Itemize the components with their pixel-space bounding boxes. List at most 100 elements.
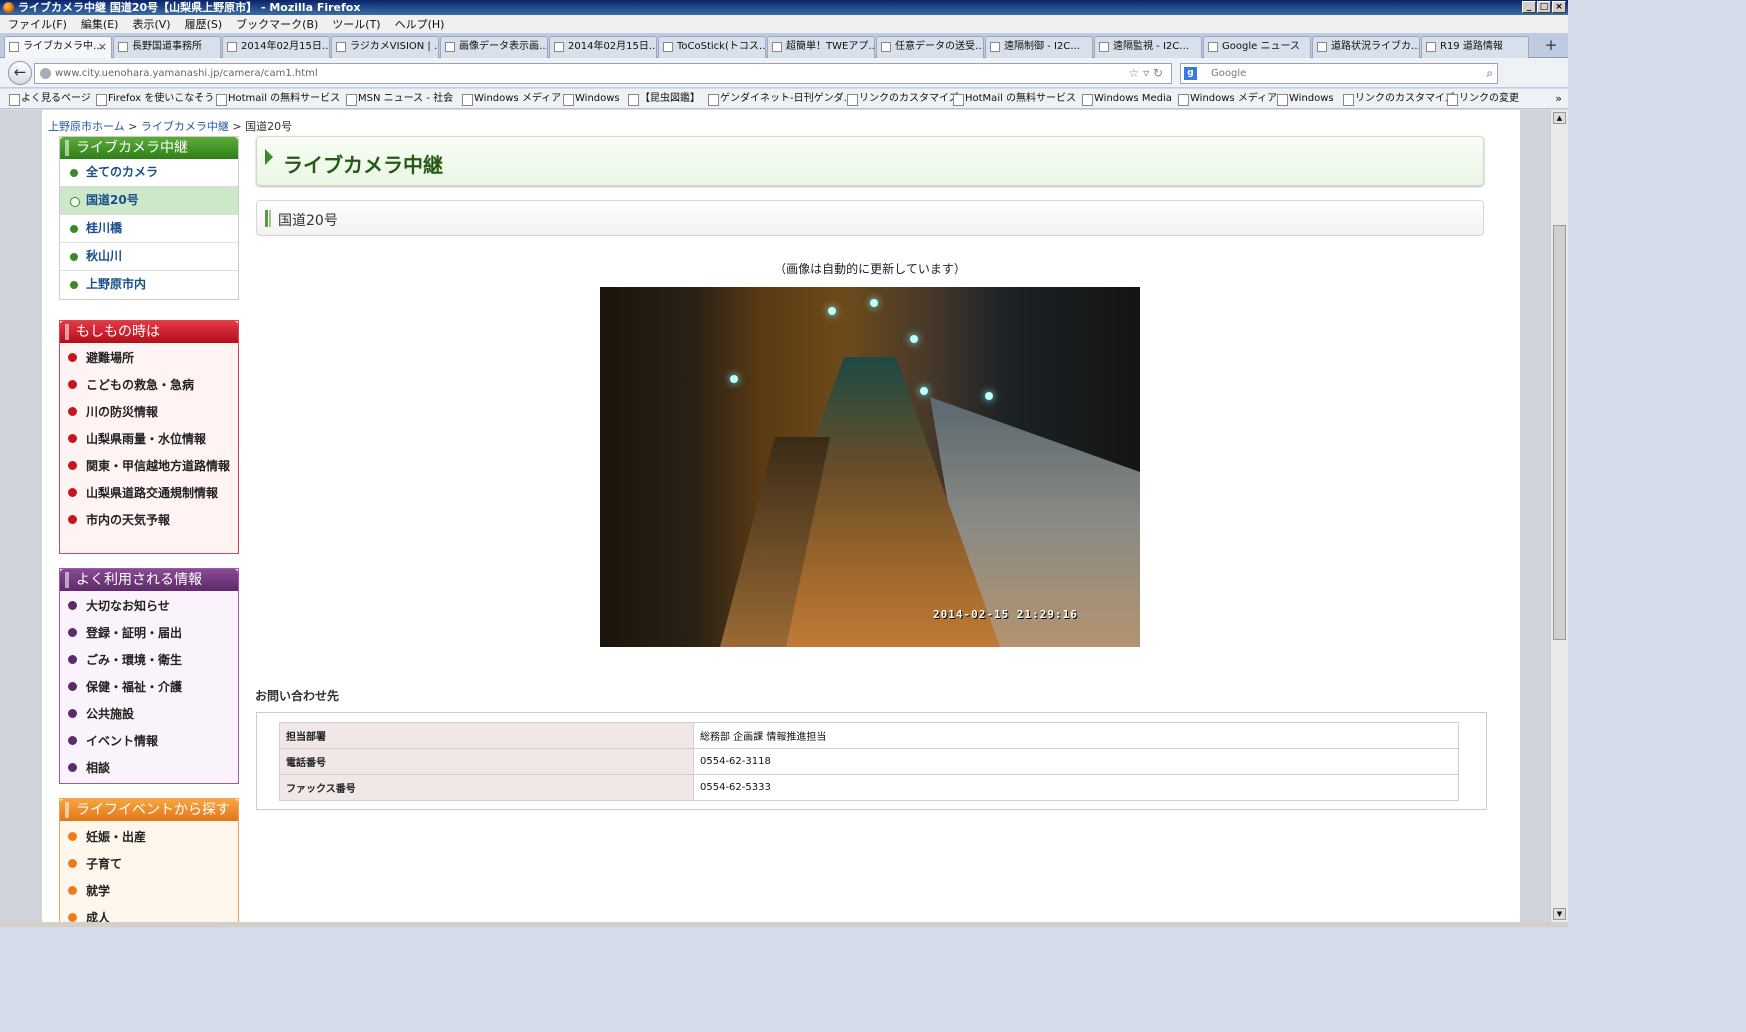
sidebar-link[interactable]: 子育て <box>60 854 238 877</box>
vertical-scrollbar[interactable]: ▲ ▼ <box>1550 110 1568 922</box>
sidebar-link[interactable]: ごみ・環境・衛生 <box>60 650 238 673</box>
sidebar-link[interactable]: 山梨県雨量・水位情報 <box>60 429 238 452</box>
contact-table: 担当部署 総務部 企画課 情報推進担当 電話番号 0554-62-3118 ファック… <box>279 722 1459 801</box>
tab-item[interactable]: 道路状況ライブカ… <box>1312 36 1420 58</box>
breadcrumb-section[interactable]: ライブカメラ中継 <box>141 120 229 133</box>
sidebar-link[interactable]: 就学 <box>60 881 238 904</box>
tab-label: 2014年02月15日… <box>568 41 657 52</box>
menu-view[interactable]: 表示(V) <box>132 16 170 32</box>
close-window-button[interactable]: × <box>1552 1 1566 13</box>
menu-file[interactable]: ファイル(F) <box>8 16 67 32</box>
bookmark-item[interactable]: リンクの変更 <box>1446 89 1519 108</box>
bookmark-item[interactable]: Windows Media <box>1081 89 1172 108</box>
search-box[interactable]: g Google ⌕ <box>1180 63 1498 84</box>
breadcrumb-current: 国道20号 <box>245 120 293 133</box>
google-icon[interactable]: g <box>1184 67 1197 80</box>
sidebar-item-city[interactable]: 上野原市内 <box>60 271 238 299</box>
sidebar-item-route20[interactable]: 国道20号 <box>60 187 238 215</box>
sidebar-link[interactable]: 保健・福祉・介護 <box>60 677 238 700</box>
sidebar-link[interactable]: 登録・証明・届出 <box>60 623 238 646</box>
breadcrumb-separator: > <box>128 120 138 133</box>
search-icon[interactable]: ⌕ <box>1486 64 1493 83</box>
bookmark-item[interactable]: Windows <box>1276 89 1334 108</box>
bookmark-star-icon[interactable]: ☆ ▿ ↻ <box>1129 64 1163 83</box>
menu-help[interactable]: ヘルプ(H) <box>395 16 445 32</box>
street-light <box>870 299 878 307</box>
tab-label: ToCoStick(トコス… <box>677 41 766 52</box>
page-icon <box>881 42 891 52</box>
sidebar-link[interactable]: 成人 <box>60 908 238 922</box>
sidebar-link[interactable]: 避難場所 <box>60 348 238 371</box>
maximize-button[interactable]: □ <box>1537 1 1551 13</box>
page-icon <box>336 42 346 52</box>
tab-item[interactable]: ラジカメVISION | … <box>331 36 439 58</box>
search-placeholder: Google <box>1211 68 1247 79</box>
bookmark-item[interactable]: リンクのカスタマイズ <box>1342 89 1455 108</box>
tab-item[interactable]: R19 道路情報 <box>1421 36 1529 58</box>
sidebar-link[interactable]: イベント情報 <box>60 731 238 754</box>
bookmarks-toolbar: よく見るページ Firefox を使いこなそう Hotmail の無料サービス … <box>0 89 1568 109</box>
tab-item[interactable]: 遠隔監視 - I2C… <box>1094 36 1202 58</box>
bookmark-item[interactable]: Hotmail の無料サービス <box>215 89 340 108</box>
url-text: www.city.uenohara.yamanashi.jp/camera/ca… <box>55 68 318 79</box>
menu-bar: ファイル(F) 編集(E) 表示(V) 履歴(S) ブックマーク(B) ツール(… <box>0 15 1568 33</box>
menu-bookmarks[interactable]: ブックマーク(B) <box>236 16 318 32</box>
page-icon <box>445 42 455 52</box>
scroll-up-icon[interactable]: ▲ <box>1553 112 1566 124</box>
scroll-thumb[interactable] <box>1553 225 1566 640</box>
tab-item[interactable]: 任意データの送受… <box>876 36 984 58</box>
menu-edit[interactable]: 編集(E) <box>81 16 119 32</box>
sidebar-link[interactable]: 相談 <box>60 758 238 781</box>
breadcrumb-home[interactable]: 上野原市ホーム <box>48 120 125 133</box>
sidebar-link[interactable]: 大切なお知らせ <box>60 596 238 619</box>
tab-item[interactable]: 超簡単！TWEアプ… <box>767 36 875 58</box>
bookmark-item[interactable]: HotMail の無料サービス <box>952 89 1076 108</box>
bookmark-item[interactable]: よく見るページ <box>8 89 91 108</box>
close-tab-icon[interactable]: × <box>98 37 107 57</box>
sidebar-link[interactable]: 公共施設 <box>60 704 238 727</box>
tab-live-camera[interactable]: ライブカメラ中… × <box>4 36 112 59</box>
new-tab-button[interactable]: + <box>1540 37 1562 55</box>
sidebar-item-all-cameras[interactable]: 全てのカメラ <box>60 159 238 187</box>
minimize-button[interactable]: _ <box>1522 1 1536 13</box>
sidebar-link[interactable]: 関東・甲信越地方道路情報 <box>60 456 238 479</box>
contact-key: 担当部署 <box>279 722 694 749</box>
street-light <box>920 387 928 395</box>
tab-item[interactable]: 2014年02月15日… <box>549 36 657 58</box>
bookmark-item[interactable]: リンクのカスタマイズ <box>846 89 959 108</box>
contact-key: ファックス番号 <box>279 774 694 801</box>
sidebar-item-katsuragawa[interactable]: 桂川橋 <box>60 215 238 243</box>
bookmark-item[interactable]: MSN ニュース - 社会 <box>345 89 453 108</box>
tab-item[interactable]: ToCoStick(トコス… <box>658 36 766 58</box>
bookmark-item[interactable]: Windows メディア <box>1177 89 1277 108</box>
tab-item[interactable]: 長野国道事務所 <box>113 36 221 58</box>
back-button[interactable]: ← <box>8 61 32 85</box>
sidebar-link[interactable]: こどもの救急・急病 <box>60 375 238 398</box>
sidebar-item-akiyamagawa[interactable]: 秋山川 <box>60 243 238 271</box>
bookmark-item[interactable]: Firefox を使いこなそう <box>95 89 214 108</box>
tab-label: 超簡単！TWEアプ… <box>786 41 875 52</box>
scroll-down-icon[interactable]: ▼ <box>1553 908 1566 920</box>
breadcrumb: 上野原市ホーム > ライブカメラ中継 > 国道20号 <box>48 118 292 134</box>
street-light <box>985 392 993 400</box>
menu-tools[interactable]: ツール(T) <box>332 16 380 32</box>
tab-item[interactable]: 遠隔制御 - I2C… <box>985 36 1093 58</box>
sidebar-link[interactable]: 山梨県道路交通規制情報 <box>60 483 238 506</box>
bookmark-item[interactable]: Windows メディア <box>461 89 561 108</box>
site-identity-icon[interactable] <box>40 68 51 79</box>
sidebar-link[interactable]: 市内の天気予報 <box>60 510 238 533</box>
sidebar-link[interactable]: 川の防災情報 <box>60 402 238 425</box>
address-bar[interactable]: www.city.uenohara.yamanashi.jp/camera/ca… <box>34 63 1172 84</box>
bookmark-item[interactable]: Windows <box>562 89 620 108</box>
tab-label: 画像データ表示画… <box>459 41 548 52</box>
auto-update-note: （画像は自動的に更新しています） <box>774 262 966 276</box>
tab-item[interactable]: Google ニュース <box>1203 36 1311 58</box>
sidebar-link[interactable]: 妊娠・出産 <box>60 827 238 850</box>
page-icon <box>663 42 673 52</box>
bookmark-item[interactable]: ゲンダイネット-日刊ゲンダ… <box>707 89 854 108</box>
tab-item[interactable]: 画像データ表示画… <box>440 36 548 58</box>
tab-item[interactable]: 2014年02月15日… <box>222 36 330 58</box>
bookmark-item[interactable]: 【昆虫図鑑】 <box>627 89 700 108</box>
menu-history[interactable]: 履歴(S) <box>185 16 223 32</box>
chevron-right-icon[interactable]: » <box>1555 89 1562 108</box>
